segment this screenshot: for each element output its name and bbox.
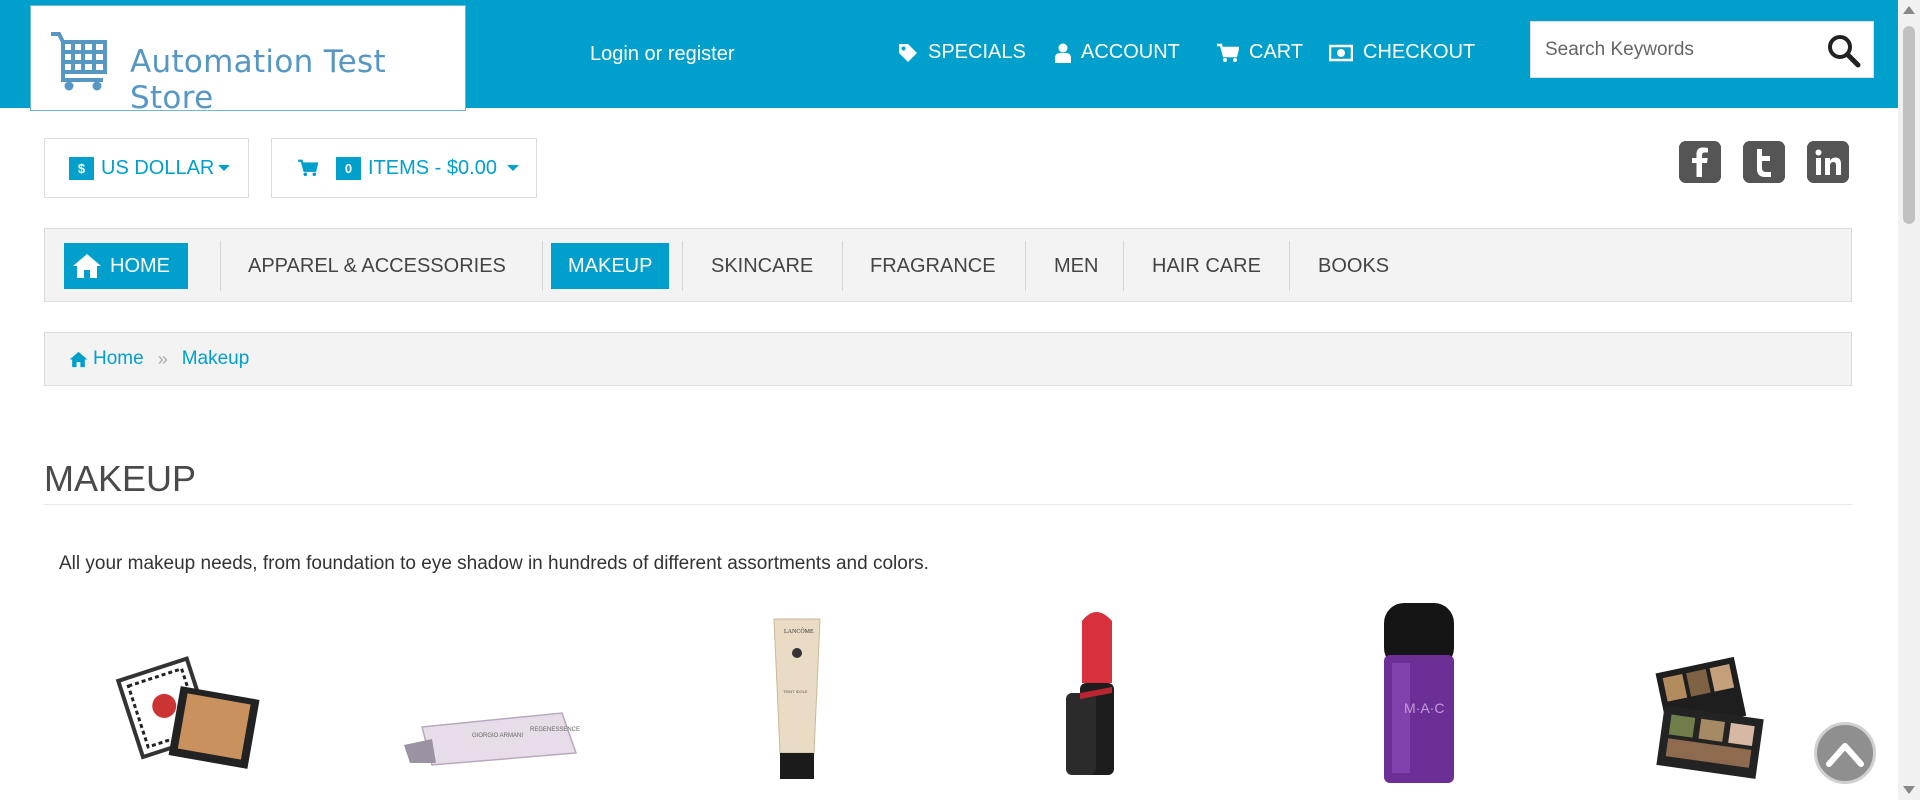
cart-icon bbox=[298, 159, 318, 177]
money-icon bbox=[1329, 44, 1353, 61]
menu-item-men[interactable]: MEN bbox=[1054, 243, 1098, 289]
title-divider bbox=[44, 504, 1852, 505]
breadcrumb: Home » Makeup bbox=[44, 332, 1852, 386]
nail-polish-image[interactable]: M·A·C bbox=[1344, 603, 1494, 783]
menu-divider bbox=[542, 241, 543, 291]
breadcrumb-home-link[interactable]: Home bbox=[93, 348, 144, 370]
shopping-cart-logo-icon bbox=[51, 32, 107, 91]
svg-text:LANCÔME: LANCÔME bbox=[784, 627, 814, 635]
category-menu: HOME APPAREL & ACCESSORIES MAKEUP SKINCA… bbox=[44, 228, 1852, 302]
menu-books-label: BOOKS bbox=[1318, 254, 1390, 277]
back-to-top-button[interactable] bbox=[1814, 722, 1876, 784]
menu-skincare-label: SKINCARE bbox=[711, 254, 814, 277]
menu-item-home[interactable]: HOME bbox=[64, 243, 188, 289]
page-scrollbar[interactable] bbox=[1898, 0, 1920, 800]
search-input[interactable] bbox=[1531, 22, 1821, 77]
facebook-icon[interactable] bbox=[1679, 141, 1721, 183]
foundation-tube-image[interactable]: LANCÔME TEINT IDOLE bbox=[722, 603, 872, 783]
menu-home-label: HOME bbox=[110, 254, 170, 277]
nav-specials[interactable]: SPECIALS bbox=[898, 41, 1026, 64]
menu-makeup-label: MAKEUP bbox=[568, 254, 653, 277]
store-name: Automation Test Store bbox=[130, 44, 386, 116]
currency-label: US DOLLAR bbox=[101, 156, 215, 179]
home-icon bbox=[69, 351, 88, 367]
search-icon[interactable] bbox=[1827, 34, 1861, 68]
scroll-up-arrow-icon[interactable] bbox=[1903, 6, 1915, 14]
chevron-down-icon bbox=[506, 165, 519, 171]
cart-count-badge: 0 bbox=[336, 156, 361, 180]
menu-item-fragrance[interactable]: FRAGRANCE bbox=[870, 243, 996, 289]
chevron-down-icon bbox=[218, 165, 231, 171]
nav-checkout-label: CHECKOUT bbox=[1363, 41, 1476, 63]
menu-divider bbox=[220, 241, 221, 291]
menu-item-makeup[interactable]: MAKEUP bbox=[551, 243, 670, 289]
svg-text:TEINT IDOLE: TEINT IDOLE bbox=[783, 689, 808, 694]
eyeshadow-palette-image[interactable] bbox=[1636, 603, 1786, 783]
mini-cart-dropdown[interactable]: 0 ITEMS - $0.00 bbox=[271, 138, 537, 198]
menu-divider bbox=[1289, 241, 1290, 291]
store-logo[interactable]: Automation Test Store bbox=[30, 5, 466, 116]
nav-cart-label: CART bbox=[1249, 41, 1304, 63]
menu-item-hair-care[interactable]: HAIR CARE bbox=[1152, 243, 1261, 289]
menu-divider bbox=[842, 241, 843, 291]
menu-divider bbox=[682, 241, 683, 291]
nav-checkout[interactable]: CHECKOUT bbox=[1329, 41, 1475, 64]
svg-text:GIORGIO ARMANI: GIORGIO ARMANI bbox=[472, 733, 523, 739]
svg-text:REGENESSENCE: REGENESSENCE bbox=[530, 727, 580, 733]
menu-divider bbox=[1025, 241, 1026, 291]
scroll-down-arrow-icon[interactable] bbox=[1903, 786, 1915, 794]
menu-item-books[interactable]: BOOKS bbox=[1318, 243, 1389, 289]
lipstick-image[interactable] bbox=[1034, 603, 1184, 783]
menu-hair-care-label: HAIR CARE bbox=[1152, 254, 1261, 277]
menu-apparel-label: APPAREL & ACCESSORIES bbox=[248, 254, 506, 277]
tag-icon bbox=[899, 43, 917, 62]
twitter-icon[interactable] bbox=[1743, 141, 1785, 183]
eye-cream-tube-image[interactable]: GIORGIO ARMANI REGENESSENCE bbox=[402, 603, 582, 783]
menu-item-apparel[interactable]: APPAREL & ACCESSORIES bbox=[248, 243, 506, 289]
menu-fragrance-label: FRAGRANCE bbox=[870, 254, 996, 277]
page-title: MAKEUP bbox=[44, 458, 197, 499]
currency-symbol-badge: $ bbox=[69, 156, 94, 180]
menu-men-label: MEN bbox=[1054, 254, 1099, 277]
home-icon bbox=[73, 254, 101, 278]
cart-icon bbox=[1217, 43, 1239, 62]
chevron-right-icon: » bbox=[157, 348, 168, 369]
svg-text:M·A·C: M·A·C bbox=[1404, 700, 1444, 716]
search-box bbox=[1530, 21, 1874, 78]
mini-cart-label: ITEMS - $0.00 bbox=[368, 156, 497, 179]
compact-powder-image[interactable] bbox=[112, 603, 262, 783]
login-register-link[interactable]: Login or register bbox=[590, 43, 735, 66]
user-icon bbox=[1055, 43, 1071, 63]
nav-account-label: ACCOUNT bbox=[1081, 41, 1180, 63]
category-description: All your makeup needs, from foundation t… bbox=[59, 553, 929, 574]
menu-divider bbox=[1123, 241, 1124, 291]
menu-item-skincare[interactable]: SKINCARE bbox=[711, 243, 813, 289]
breadcrumb-makeup-link[interactable]: Makeup bbox=[182, 348, 250, 370]
nav-specials-label: SPECIALS bbox=[928, 41, 1026, 63]
linkedin-icon[interactable] bbox=[1807, 141, 1849, 183]
currency-dropdown[interactable]: $ US DOLLAR bbox=[44, 138, 249, 198]
nav-account[interactable]: ACCOUNT bbox=[1055, 41, 1180, 64]
scrollbar-thumb[interactable] bbox=[1903, 26, 1915, 224]
top-header: Automation Test Store Login or register … bbox=[0, 0, 1898, 116]
chevron-up-icon bbox=[1826, 743, 1864, 767]
nav-cart[interactable]: CART bbox=[1217, 41, 1303, 64]
